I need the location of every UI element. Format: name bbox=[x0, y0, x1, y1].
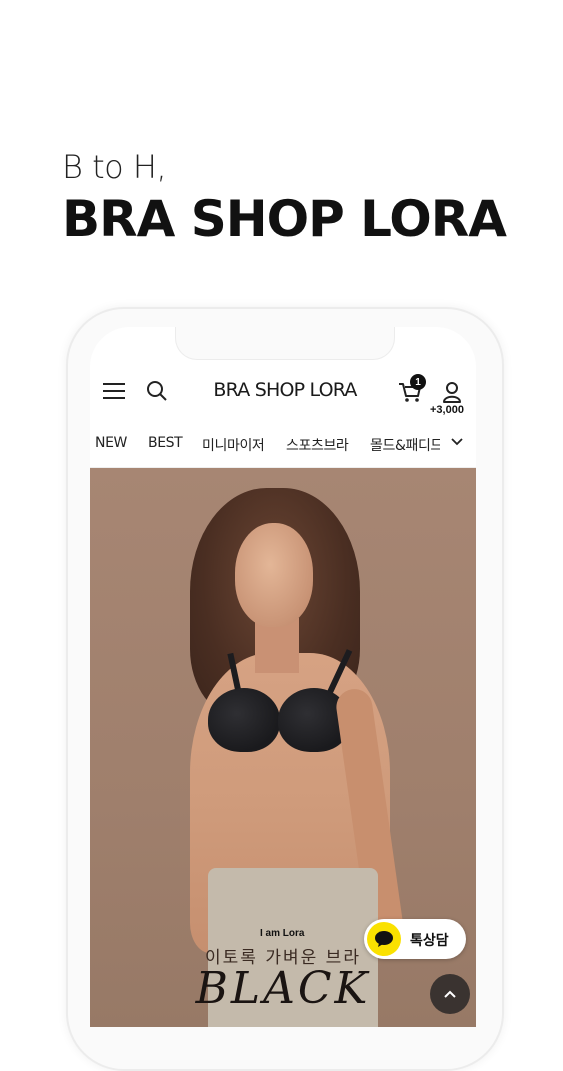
kakao-chat-label: 톡상담 bbox=[410, 933, 449, 949]
promo-title: BRA SHOP LORA bbox=[62, 190, 507, 248]
kakao-chat-button[interactable]: 톡상담 bbox=[364, 919, 466, 959]
chevron-up-icon[interactable] bbox=[430, 974, 470, 1014]
app-header: BRA SHOP LORA 1 +3,000 bbox=[90, 371, 476, 419]
chevron-down-icon[interactable] bbox=[450, 435, 468, 453]
phone-notch bbox=[175, 327, 395, 360]
points-label: +3,000 bbox=[430, 404, 464, 416]
category-nav: NEW BEST 미니마이저 스포츠브라 몰드&패디드 bbox=[90, 431, 476, 461]
user-icon[interactable] bbox=[440, 379, 464, 405]
nav-item-sports-bra[interactable]: 스포츠브라 bbox=[286, 435, 349, 455]
hamburger-icon[interactable] bbox=[102, 379, 126, 403]
nav-item-best[interactable]: BEST bbox=[148, 435, 183, 451]
site-logo[interactable]: BRA SHOP LORA bbox=[200, 379, 370, 401]
search-icon[interactable] bbox=[144, 378, 170, 404]
nav-item-molded[interactable]: 몰드&패디드 bbox=[370, 435, 440, 455]
nav-item-new[interactable]: NEW bbox=[95, 435, 127, 451]
kakaotalk-icon bbox=[367, 922, 401, 956]
nav-item-minimizer[interactable]: 미니마이저 bbox=[202, 435, 265, 455]
hero-brand-label: I am Lora bbox=[260, 928, 305, 939]
cart-count-badge: 1 bbox=[410, 374, 426, 390]
hero-headline: BLACK bbox=[195, 963, 371, 1014]
promo-subtitle: B to H, bbox=[62, 148, 167, 186]
